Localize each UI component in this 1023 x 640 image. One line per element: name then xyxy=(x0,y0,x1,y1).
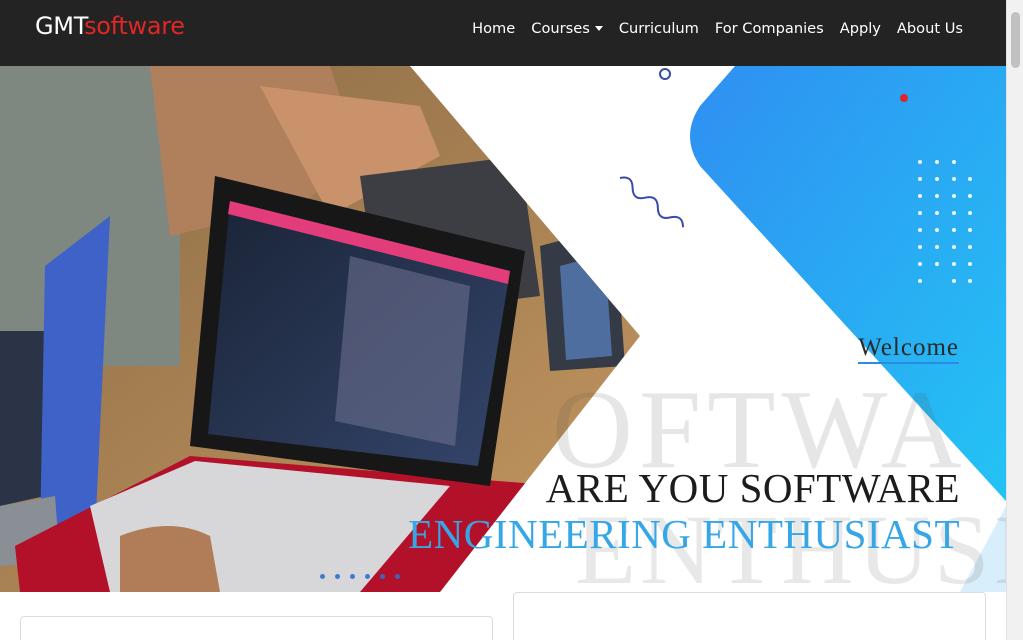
page: GMTsoftware Home Courses Curriculum For … xyxy=(0,0,1006,640)
page-scrollbar[interactable] xyxy=(1006,0,1023,640)
content-card-right xyxy=(513,592,986,640)
nav-for-companies-link[interactable]: For Companies xyxy=(715,20,824,37)
nav-about-us-link[interactable]: About Us xyxy=(897,20,963,37)
nav-home-link[interactable]: Home xyxy=(472,20,515,37)
chevron-down-icon xyxy=(594,26,603,31)
hero-photo-laptops xyxy=(0,66,1006,592)
nav-curriculum-link[interactable]: Curriculum xyxy=(619,20,699,37)
carousel-indicator[interactable] xyxy=(320,574,325,579)
brand-logo-link[interactable]: GMTsoftware xyxy=(35,12,185,40)
content-card-left xyxy=(20,616,493,640)
carousel-indicator[interactable] xyxy=(395,574,400,579)
main-nav: Home Courses Curriculum For Companies Ap… xyxy=(472,20,963,38)
scrollbar-thumb[interactable] xyxy=(1011,12,1020,68)
brand-primary-text: GMT xyxy=(35,12,85,40)
carousel-indicator[interactable] xyxy=(335,574,340,579)
carousel-indicator[interactable] xyxy=(350,574,355,579)
top-navbar: GMTsoftware Home Courses Curriculum For … xyxy=(0,0,1006,66)
nav-courses-dropdown[interactable]: Courses xyxy=(531,20,603,37)
nav-courses-label: Courses xyxy=(531,20,590,37)
brand-accent-text: software xyxy=(84,12,185,40)
nav-apply-link[interactable]: Apply xyxy=(840,20,881,37)
carousel-indicator[interactable] xyxy=(365,574,370,579)
carousel-indicator[interactable] xyxy=(380,574,385,579)
hero-carousel[interactable]: OFTWA ENTHUSI Welcome ARE YOU SOFTWARE E… xyxy=(0,66,1006,592)
carousel-indicators xyxy=(320,574,400,579)
